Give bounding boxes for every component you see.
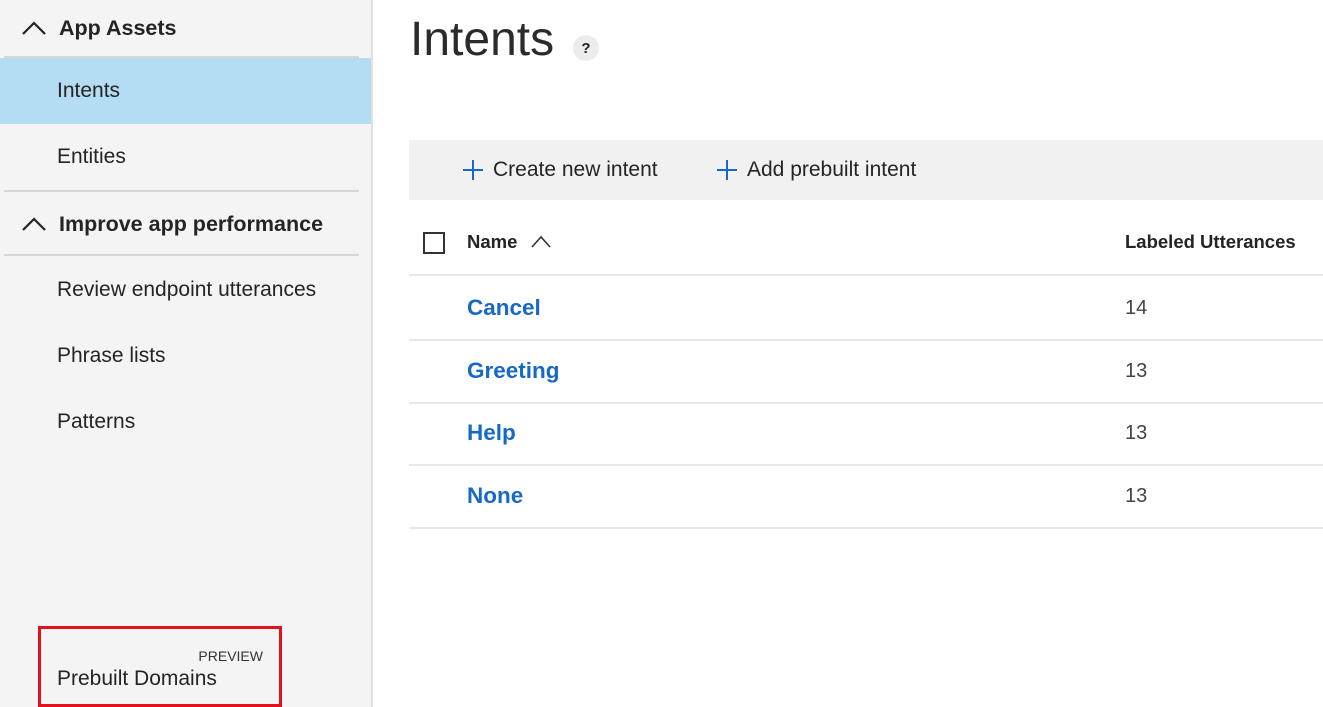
help-icon[interactable]: ? [573, 35, 599, 61]
divider [4, 190, 359, 192]
plus-icon [461, 158, 485, 182]
plus-icon [715, 158, 739, 182]
column-header-label: Labeled Utterances [1125, 231, 1296, 252]
add-prebuilt-intent-label: Add prebuilt intent [747, 158, 917, 181]
sidebar-item-phrase-lists[interactable]: Phrase lists [0, 323, 371, 389]
sidebar-item-intents[interactable]: Intents [0, 58, 371, 124]
utterance-count: 13 [1125, 359, 1148, 382]
sidebar-item-review-endpoint-utterances[interactable]: Review endpoint utterances [0, 257, 371, 323]
add-prebuilt-intent-button[interactable]: Add prebuilt intent [715, 140, 916, 200]
sidebar-item-label: Phrase lists [57, 344, 166, 367]
chevron-up-icon [21, 214, 55, 234]
table-row: Help 13 [409, 402, 1323, 466]
table-row: Cancel 14 [409, 277, 1323, 341]
sidebar-item-label: Intents [57, 79, 121, 102]
column-header-name[interactable]: Name [467, 210, 551, 274]
sidebar-item-label: Entities [57, 145, 126, 168]
utterance-count: 13 [1125, 484, 1148, 507]
sidebar-item-label: Review endpoint utterances [57, 278, 317, 301]
table-row: None 13 [409, 465, 1323, 529]
sidebar: App Assets Intents Entities Improve app … [0, 0, 373, 707]
sidebar-item-patterns[interactable]: Patterns [0, 389, 371, 455]
section-label: Improve app performance [59, 211, 324, 236]
chevron-up-icon [21, 18, 55, 38]
page-title: Intents [410, 13, 555, 66]
preview-badge: PREVIEW [198, 648, 263, 664]
column-header-labeled-utterances[interactable]: Labeled Utterances [1125, 210, 1296, 274]
sidebar-item-label: Patterns [57, 410, 136, 433]
intent-link[interactable]: Help [467, 402, 516, 464]
sidebar-item-prebuilt-domains[interactable]: PREVIEW Prebuilt Domains [38, 626, 282, 707]
column-header-label: Name [467, 231, 518, 252]
app-assets-section-toggle[interactable]: App Assets [4, 0, 359, 56]
toolbar: Create new intent Add prebuilt intent [409, 140, 1323, 200]
create-new-intent-label: Create new intent [493, 158, 658, 181]
intent-link[interactable]: Greeting [467, 340, 560, 402]
divider [4, 254, 359, 256]
table-header: Name Labeled Utterances [409, 210, 1323, 276]
intent-link[interactable]: None [467, 465, 523, 527]
create-new-intent-button[interactable]: Create new intent [461, 140, 658, 200]
sort-ascending-icon [531, 235, 551, 249]
sidebar-item-label: Prebuilt Domains [57, 667, 217, 690]
utterance-count: 14 [1125, 296, 1148, 319]
sidebar-item-entities[interactable]: Entities [0, 124, 371, 190]
section-label: App Assets [59, 15, 177, 40]
table-row: Greeting 13 [409, 340, 1323, 404]
utterance-count: 13 [1125, 421, 1148, 444]
select-all-checkbox[interactable] [423, 232, 445, 254]
improve-section-toggle[interactable]: Improve app performance [4, 196, 359, 252]
intent-link[interactable]: Cancel [467, 277, 541, 339]
